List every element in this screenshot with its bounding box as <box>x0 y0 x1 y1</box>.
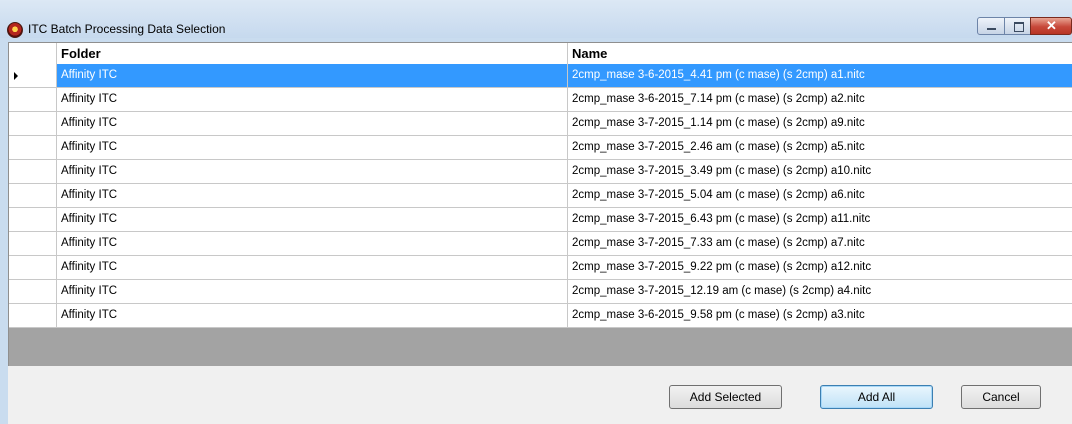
row-header[interactable] <box>9 160 57 184</box>
table-row[interactable]: Affinity ITC 2cmp_mase 3-7-2015_7.33 am (… <box>9 232 1072 256</box>
folder-cell[interactable]: Affinity ITC <box>57 280 568 304</box>
title-bar[interactable]: ITC Batch Processing Data Selection ✕ <box>0 0 1072 38</box>
maximize-icon <box>1014 22 1024 32</box>
row-header[interactable] <box>9 88 57 112</box>
close-icon: ✕ <box>1046 18 1057 33</box>
current-row-arrow-icon <box>14 72 18 80</box>
name-cell[interactable]: 2cmp_mase 3-6-2015_7.14 pm (c mase) (s 2… <box>568 88 1072 112</box>
data-grid[interactable]: Folder Name Affinity ITC 2cmp_mase 3-6-20… <box>8 42 1072 366</box>
folder-cell[interactable]: Affinity ITC <box>57 184 568 208</box>
row-header[interactable] <box>9 280 57 304</box>
row-header[interactable] <box>9 304 57 328</box>
close-button[interactable]: ✕ <box>1030 17 1072 35</box>
name-cell[interactable]: 2cmp_mase 3-7-2015_6.43 pm (c mase) (s 2… <box>568 208 1072 232</box>
folder-cell[interactable]: Affinity ITC <box>57 112 568 136</box>
name-cell[interactable]: 2cmp_mase 3-7-2015_12.19 am (c mase) (s … <box>568 280 1072 304</box>
minimize-icon <box>987 28 996 30</box>
row-header[interactable] <box>9 112 57 136</box>
table-row[interactable]: Affinity ITC 2cmp_mase 3-7-2015_1.14 pm (… <box>9 112 1072 136</box>
add-all-button[interactable]: Add All <box>820 385 933 409</box>
minimize-button[interactable] <box>977 17 1005 35</box>
folder-cell[interactable]: Affinity ITC <box>57 136 568 160</box>
table-row[interactable]: Affinity ITC 2cmp_mase 3-6-2015_4.41 pm (… <box>9 64 1072 88</box>
folder-cell[interactable]: Affinity ITC <box>57 64 568 88</box>
cancel-button[interactable]: Cancel <box>961 385 1041 409</box>
name-cell[interactable]: 2cmp_mase 3-7-2015_5.04 am (c mase) (s 2… <box>568 184 1072 208</box>
table-row[interactable]: Affinity ITC 2cmp_mase 3-7-2015_3.49 pm (… <box>9 160 1072 184</box>
table-row[interactable]: Affinity ITC 2cmp_mase 3-7-2015_2.46 am (… <box>9 136 1072 160</box>
name-cell[interactable]: 2cmp_mase 3-7-2015_1.14 pm (c mase) (s 2… <box>568 112 1072 136</box>
table-row[interactable]: Affinity ITC 2cmp_mase 3-7-2015_12.19 am … <box>9 280 1072 304</box>
column-header-name[interactable]: Name <box>568 43 1072 64</box>
table-row[interactable]: Affinity ITC 2cmp_mase 3-6-2015_7.14 pm (… <box>9 88 1072 112</box>
app-logo-icon <box>7 22 23 38</box>
name-cell[interactable]: 2cmp_mase 3-7-2015_9.22 pm (c mase) (s 2… <box>568 256 1072 280</box>
name-cell[interactable]: 2cmp_mase 3-7-2015_3.49 pm (c mase) (s 2… <box>568 160 1072 184</box>
row-header[interactable] <box>9 208 57 232</box>
row-header[interactable] <box>9 232 57 256</box>
window-title: ITC Batch Processing Data Selection <box>28 22 226 36</box>
name-cell[interactable]: 2cmp_mase 3-6-2015_4.41 pm (c mase) (s 2… <box>568 64 1072 88</box>
folder-cell[interactable]: Affinity ITC <box>57 208 568 232</box>
folder-cell[interactable]: Affinity ITC <box>57 160 568 184</box>
name-cell[interactable]: 2cmp_mase 3-6-2015_9.58 pm (c mase) (s 2… <box>568 304 1072 328</box>
row-header-corner[interactable] <box>9 43 57 64</box>
table-row[interactable]: Affinity ITC 2cmp_mase 3-7-2015_9.22 pm (… <box>9 256 1072 280</box>
row-header[interactable] <box>9 136 57 160</box>
folder-cell[interactable]: Affinity ITC <box>57 88 568 112</box>
grid-header: Folder Name <box>9 43 1072 65</box>
name-cell[interactable]: 2cmp_mase 3-7-2015_7.33 am (c mase) (s 2… <box>568 232 1072 256</box>
row-header[interactable] <box>9 256 57 280</box>
folder-cell[interactable]: Affinity ITC <box>57 232 568 256</box>
table-row[interactable]: Affinity ITC 2cmp_mase 3-7-2015_6.43 pm (… <box>9 208 1072 232</box>
folder-cell[interactable]: Affinity ITC <box>57 304 568 328</box>
column-header-folder[interactable]: Folder <box>57 43 568 64</box>
folder-cell[interactable]: Affinity ITC <box>57 256 568 280</box>
row-header[interactable] <box>9 184 57 208</box>
name-cell[interactable]: 2cmp_mase 3-7-2015_2.46 am (c mase) (s 2… <box>568 136 1072 160</box>
row-header[interactable] <box>9 64 57 88</box>
add-selected-button[interactable]: Add Selected <box>669 385 782 409</box>
table-row[interactable]: Affinity ITC 2cmp_mase 3-7-2015_5.04 am (… <box>9 184 1072 208</box>
maximize-button[interactable] <box>1004 17 1031 35</box>
table-row[interactable]: Affinity ITC 2cmp_mase 3-6-2015_9.58 pm (… <box>9 304 1072 328</box>
